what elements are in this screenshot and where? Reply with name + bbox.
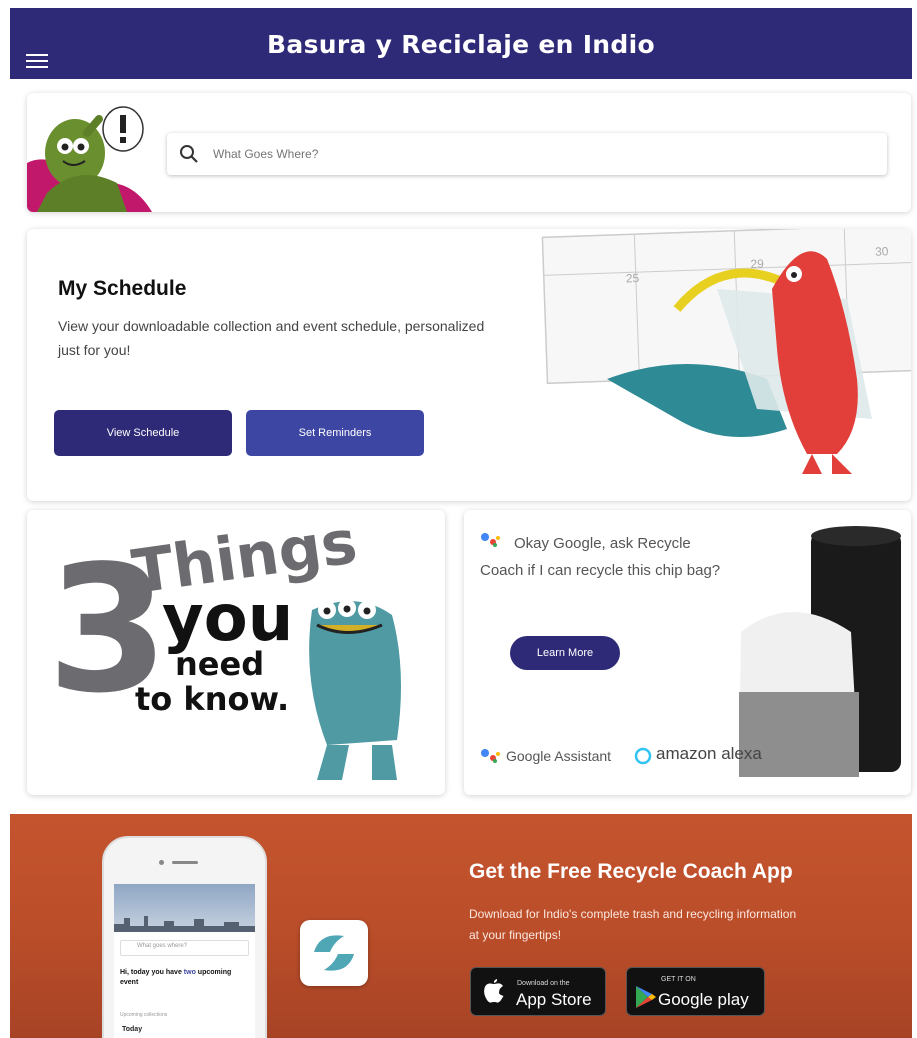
google-assistant-label: Google Assistant — [506, 748, 612, 764]
google-play-small-text: GET IT ON — [661, 976, 696, 983]
phone-mockup: What goes where? Hi, today you have two … — [102, 836, 267, 1038]
google-play-icon — [636, 986, 656, 1008]
amazon-alexa-label: amazon alexa — [656, 744, 762, 763]
alexa-logo-icon — [634, 747, 652, 765]
phone-search-text: What goes where? — [137, 943, 188, 949]
set-reminders-button[interactable]: Set Reminders — [246, 410, 424, 456]
apple-logo-icon — [484, 979, 504, 1003]
search-bar[interactable] — [167, 133, 887, 175]
need-word: need — [175, 645, 264, 683]
promo-title: Get the Free Recycle Coach App — [469, 860, 793, 883]
app-promo-banner: What goes where? Hi, today you have two … — [10, 814, 912, 1038]
calendar-day-1: 25 — [626, 271, 640, 285]
schedule-description: View your downloadable collection and ev… — [58, 318, 485, 358]
to-know-word: to know. — [135, 680, 289, 718]
view-schedule-button[interactable]: View Schedule — [54, 410, 232, 456]
google-play-big-text: Google play — [658, 990, 749, 1009]
search-icon — [180, 145, 198, 163]
three-things-card[interactable]: 3 Things you need to know. — [27, 510, 445, 795]
page-title: Basura y Reciclaje en Indio — [267, 30, 655, 59]
promo-description: Download for Indio's complete trash and … — [469, 907, 797, 942]
google-play-button[interactable]: GET IT ON Google play — [626, 967, 765, 1016]
calendar-illustration: 25 29 30 — [541, 229, 911, 474]
search-card — [27, 93, 911, 212]
calendar-day-3: 30 — [875, 244, 889, 258]
app-store-button[interactable]: Download on the App Store — [470, 967, 606, 1016]
schedule-card: My Schedule View your downloadable colle… — [27, 229, 911, 501]
phone-greeting: Hi, today you have two upcoming event — [120, 969, 232, 986]
three-things-illustration: 3 Things you need to know. — [47, 510, 401, 780]
phone-screen: What goes where? Hi, today you have two … — [114, 884, 255, 1038]
search-input[interactable] — [211, 143, 851, 165]
monster-mascot-icon — [27, 106, 152, 212]
app-store-small-text: Download on the — [517, 980, 570, 987]
recycle-coach-app-icon[interactable] — [300, 920, 368, 986]
phone-today-label: Today — [122, 1026, 143, 1033]
app-store-big-text: App Store — [516, 990, 592, 1009]
top-header: Basura y Reciclaje en Indio — [10, 8, 912, 79]
google-assistant-logo-icon — [481, 749, 500, 763]
schedule-title: My Schedule — [58, 277, 187, 300]
voice-assistant-card: Okay Google, ask Recycle Coach if I can … — [464, 510, 911, 795]
voice-prompt-text: Okay Google, ask Recycle Coach if I can … — [480, 535, 721, 579]
learn-more-button[interactable]: Learn More — [510, 636, 620, 670]
phone-upcoming-label: Upcoming collections — [120, 1012, 168, 1018]
